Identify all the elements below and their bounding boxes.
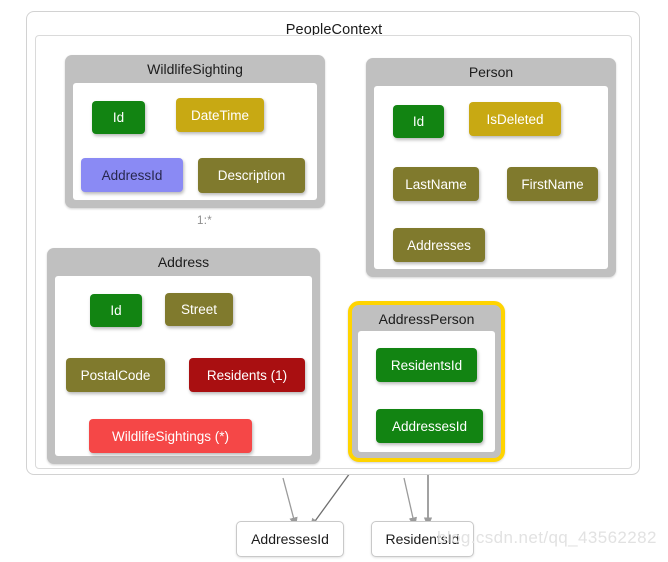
entity-body-address-person: ResidentsId AddressesId	[358, 331, 495, 452]
property-address-street[interactable]: Street	[165, 293, 233, 326]
property-person-isdeleted[interactable]: IsDeleted	[469, 102, 561, 136]
entity-wildlife-sighting[interactable]: WildlifeSighting Id DateTime AddressId D…	[65, 55, 325, 208]
property-address-id[interactable]: Id	[90, 294, 142, 327]
property-person-id[interactable]: Id	[393, 105, 444, 138]
entity-body-address: Id Street PostalCode Residents (1) Wildl…	[55, 276, 312, 456]
entity-body-person: Id IsDeleted LastName FirstName Addresse…	[374, 86, 608, 269]
entity-body-wildlife-sighting: Id DateTime AddressId Description	[73, 83, 317, 200]
entity-title-address: Address	[157, 254, 210, 270]
entity-person[interactable]: Person Id IsDeleted LastName FirstName A…	[366, 58, 616, 277]
edge-label-wildlife-to-address: 1:*	[197, 215, 212, 227]
entity-address-person[interactable]: AddressPerson ResidentsId AddressesId	[348, 301, 505, 462]
property-addressperson-residentsid[interactable]: ResidentsId	[376, 348, 477, 382]
leaf-node-addresses-id[interactable]: AddressesId	[236, 521, 344, 557]
property-person-addresses[interactable]: Addresses	[393, 228, 485, 262]
entity-address[interactable]: Address Id Street PostalCode Residents (…	[47, 248, 320, 464]
property-address-residents[interactable]: Residents (1)	[189, 358, 305, 392]
diagram-canvas: PeopleContext WildlifeSighting Id DateTi…	[0, 0, 668, 562]
leaf-node-addresses-id-label: AddressesId	[251, 531, 329, 547]
entity-title-address-person: AddressPerson	[378, 311, 475, 327]
edge-address-to-addressesid	[282, 477, 298, 528]
property-person-firstname[interactable]: FirstName	[507, 167, 598, 201]
property-address-postalcode[interactable]: PostalCode	[66, 358, 165, 392]
property-wildlifesighting-description[interactable]: Description	[198, 158, 305, 193]
property-wildlifesighting-addressid[interactable]: AddressId	[81, 158, 183, 192]
property-person-lastname[interactable]: LastName	[393, 167, 479, 201]
entity-title-wildlife-sighting: WildlifeSighting	[147, 61, 243, 77]
property-addressperson-addressesid[interactable]: AddressesId	[376, 409, 483, 443]
entity-title-person: Person	[468, 64, 514, 80]
edge-address-to-residentsid	[403, 477, 417, 528]
watermark-text: blog.csdn.net/qq_43562282	[437, 528, 657, 547]
property-wildlifesighting-datetime[interactable]: DateTime	[176, 98, 264, 132]
property-wildlifesighting-id[interactable]: Id	[92, 101, 145, 134]
property-address-wildlifesightings[interactable]: WildlifeSightings (*)	[89, 419, 252, 453]
